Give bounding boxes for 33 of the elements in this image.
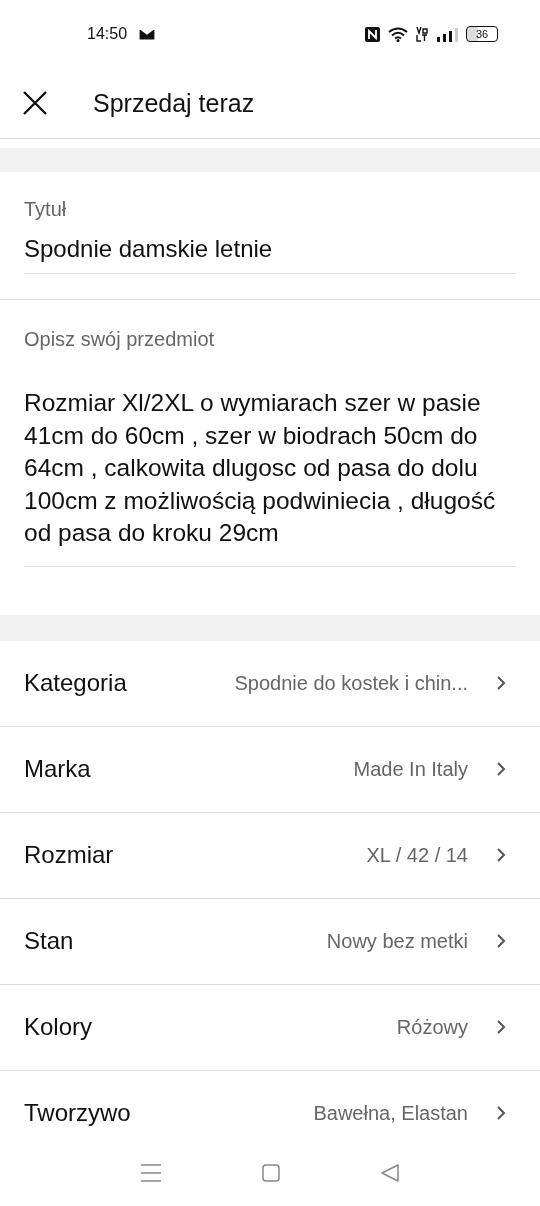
mail-icon <box>139 28 156 40</box>
chevron-icon[interactable] <box>496 1019 506 1036</box>
close-icon[interactable] <box>22 90 48 116</box>
signal-icon <box>436 26 458 42</box>
chevron-icon[interactable] <box>496 933 506 950</box>
battery-indicator: 36 <box>466 26 498 42</box>
attribute-value: Spodnie do kostek i chin... <box>233 671 468 695</box>
attribute-label[interactable]: Stan <box>24 927 74 956</box>
volte-icon <box>416 26 428 42</box>
attribute-value: Różowy <box>395 1015 468 1039</box>
attribute-label[interactable]: Tworzywo <box>24 1099 131 1128</box>
nfc-icon <box>365 26 380 42</box>
chevron-icon[interactable] <box>496 847 506 864</box>
attribute-value: Made In Italy <box>352 757 468 781</box>
home-icon[interactable] <box>262 1164 280 1182</box>
chevron-icon[interactable] <box>496 1105 506 1122</box>
description-field[interactable]: Rozmiar Xl/2XL o wymiarach szer w pasie 41cm do 60cm , szer w biodrach 50cm do 64cm , calkowita dlugosc od pasa do dolu 100cm z możliwością podwiniecia , długość od pasa do kroku 29cm <box>24 351 516 567</box>
attribute-label[interactable]: Kategoria <box>24 669 127 698</box>
attribute-label[interactable]: Rozmiar <box>24 841 114 870</box>
attribute-value: Nowy bez metki <box>325 929 468 953</box>
attribute-value: XL / 42 / 14 <box>365 843 468 867</box>
attribute-label[interactable]: Kolory <box>24 1013 93 1042</box>
title-field[interactable]: Spodnie damskie letnie <box>24 221 516 274</box>
attribute-label[interactable]: Marka <box>24 755 91 784</box>
status-time: 14:50 <box>87 25 128 43</box>
wifi-icon <box>388 26 408 42</box>
chevron-icon[interactable] <box>496 761 506 778</box>
screen-title: Sprzedaj teraz <box>93 88 255 118</box>
back-icon[interactable] <box>381 1164 400 1182</box>
field-label: Tytuł <box>24 198 68 221</box>
attribute-value: Bawełna, Elastan <box>312 1101 468 1125</box>
field-label: Opisz swój przedmiot <box>24 328 216 351</box>
chevron-icon[interactable] <box>496 675 506 692</box>
